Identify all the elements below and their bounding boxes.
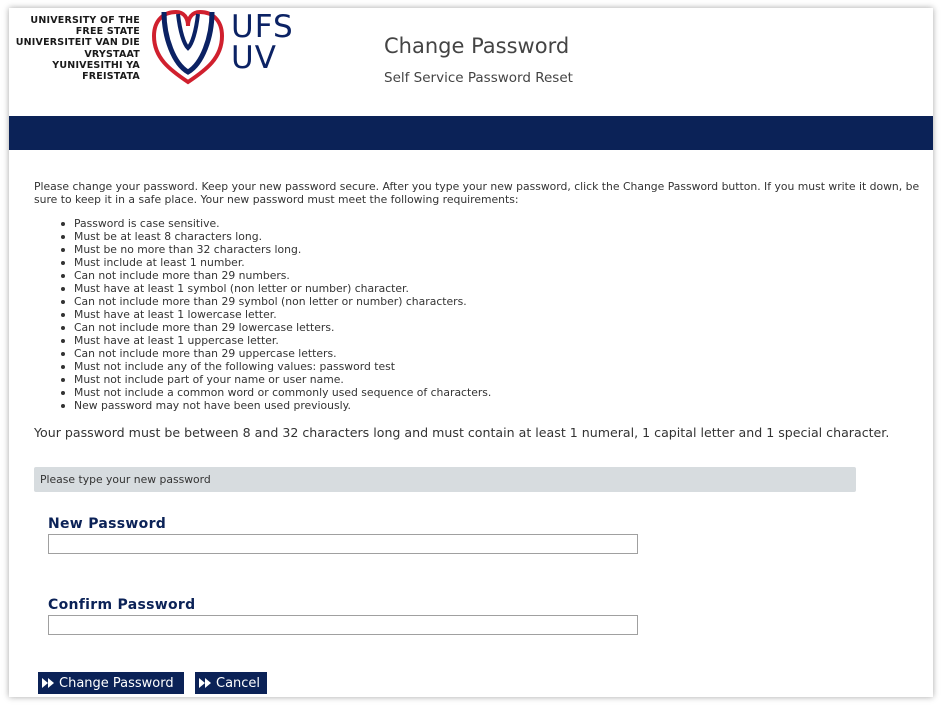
logo-line: UNIVERSITEIT VAN DIE [15, 37, 140, 49]
page-frame: UNIVERSITY OF THE FREE STATE UNIVERSITEI… [9, 8, 933, 697]
password-summary-text: Your password must be between 8 and 32 c… [34, 425, 890, 440]
logo-line: YUNIVESITHI YA [52, 59, 140, 71]
confirm-password-label: Confirm Password [48, 597, 196, 613]
double-chevron-right-icon [42, 678, 54, 688]
logo-line: FREE STATE [75, 26, 140, 38]
logo-line: VRYSTAAT [84, 48, 140, 60]
ufs-uv-wordmark: UFS UV [231, 12, 294, 74]
page-subtitle: Self Service Password Reset [384, 70, 573, 86]
cancel-button-label: Cancel [216, 675, 261, 691]
list-item: New password may not have been used prev… [60, 399, 491, 412]
double-chevron-right-icon [199, 678, 211, 688]
list-item: Must have at least 1 symbol (non letter … [60, 282, 491, 295]
change-password-button-label: Change Password [59, 675, 174, 691]
requirements-list: Password is case sensitive. Must be at l… [60, 217, 492, 412]
list-item: Must not include part of your name or us… [60, 373, 491, 386]
ufs-emblem-icon [151, 9, 225, 85]
list-item: Can not include more than 29 uppercase l… [60, 347, 491, 360]
prompt-text: Please type your new password [40, 473, 211, 486]
page-title: Change Password [384, 34, 570, 58]
list-item: Must not include any of the following va… [60, 360, 491, 373]
list-item: Must have at least 1 uppercase letter. [60, 334, 491, 347]
prompt-bar: Please type your new password [34, 467, 856, 492]
list-item: Can not include more than 29 symbol (non… [60, 295, 491, 308]
university-name-logo: UNIVERSITY OF THE FREE STATE UNIVERSITEI… [15, 15, 140, 82]
list-item: Must not include a common word or common… [60, 386, 492, 399]
list-item: Can not include more than 29 numbers. [60, 269, 491, 282]
list-item: Must be at least 8 characters long. [60, 230, 491, 243]
nav-bar [9, 116, 933, 150]
list-item: Can not include more than 29 lowercase l… [60, 321, 491, 334]
logo-abbrev-ufs: UFS [231, 9, 294, 45]
new-password-input[interactable] [48, 534, 638, 554]
logo-line: FREISTATA [82, 71, 140, 83]
logo-line: UNIVERSITY OF THE [30, 15, 140, 26]
list-item: Must have at least 1 lowercase letter. [60, 308, 491, 321]
new-password-label: New Password [48, 516, 167, 532]
list-item: Must be no more than 32 characters long. [60, 243, 491, 256]
change-password-button[interactable]: Change Password [38, 672, 184, 694]
instructions-text: Please change your password. Keep your n… [34, 180, 920, 206]
list-item: Must include at least 1 number. [60, 256, 491, 269]
logo-abbrev-uv: UV [231, 40, 277, 76]
cancel-button[interactable]: Cancel [195, 672, 267, 694]
list-item: Password is case sensitive. [60, 217, 491, 230]
confirm-password-input[interactable] [48, 615, 638, 635]
